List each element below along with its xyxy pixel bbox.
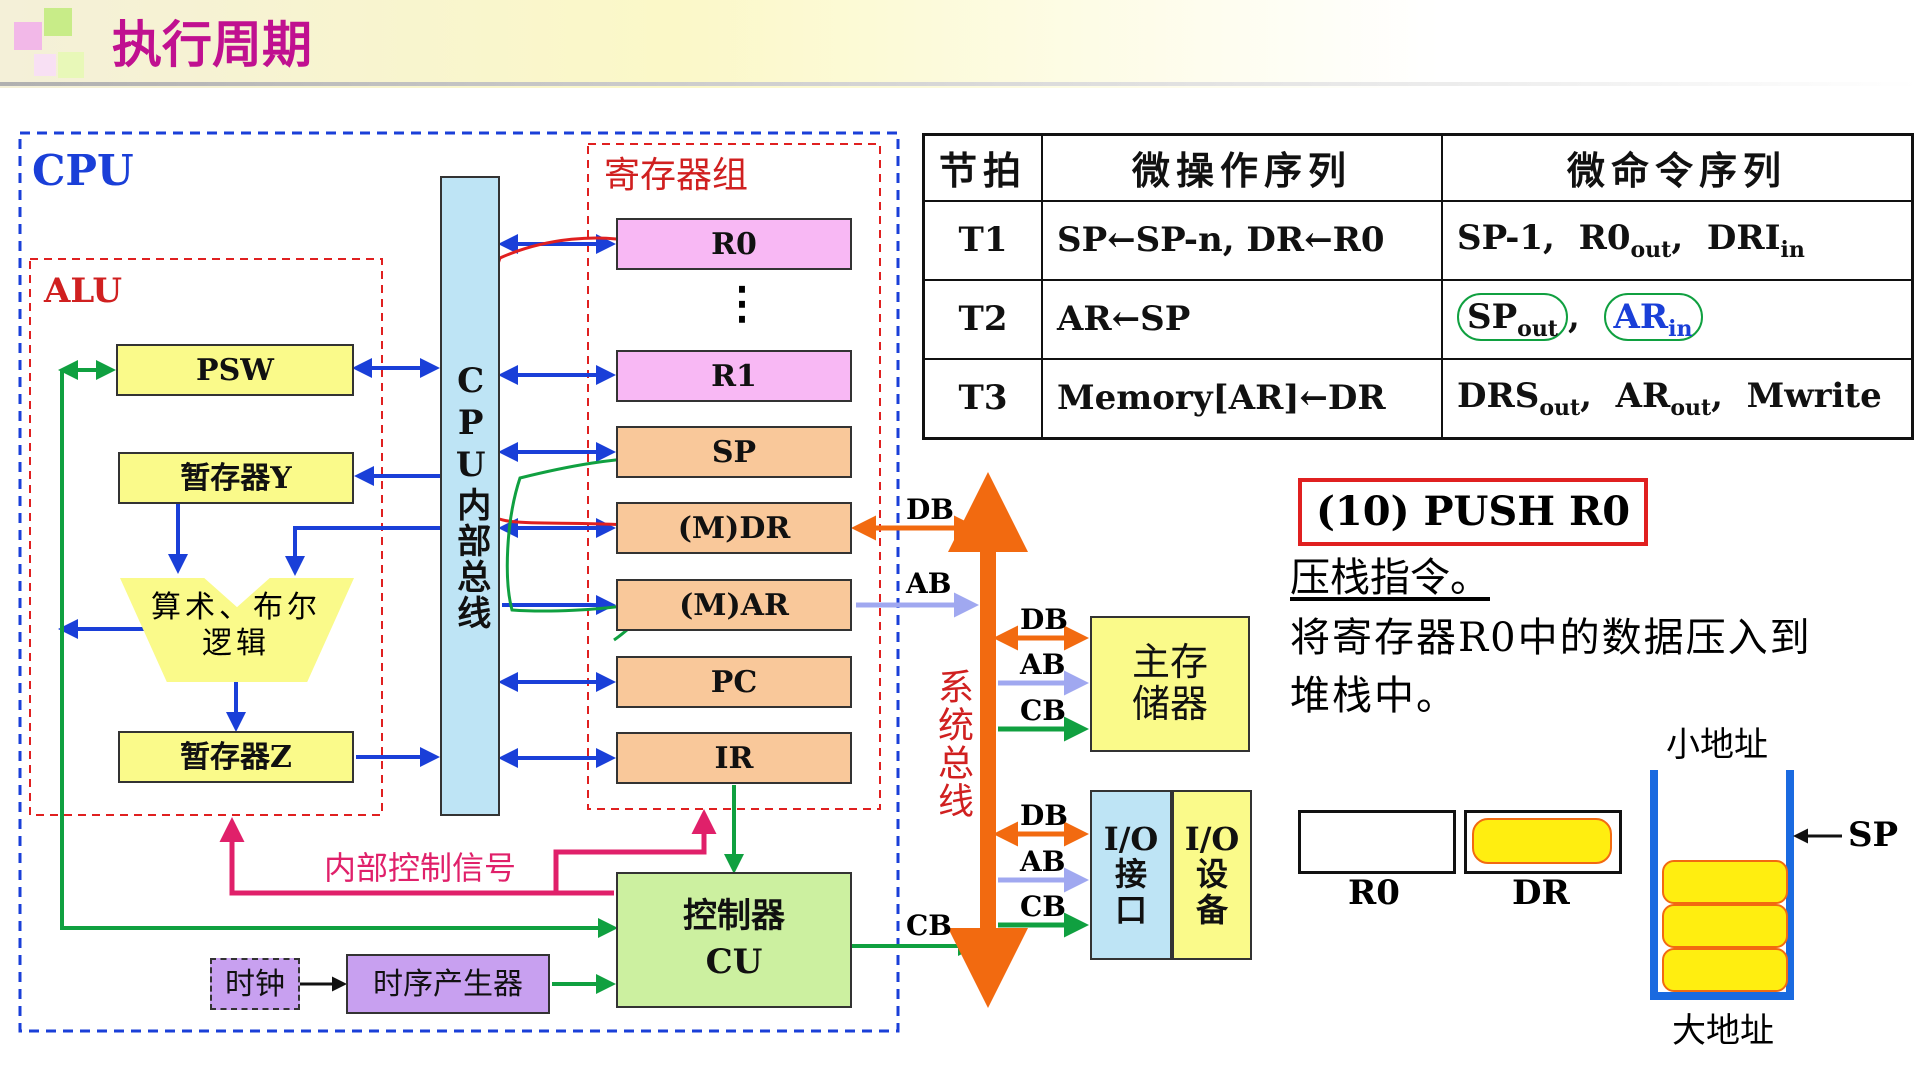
demo-dr-content <box>1472 818 1612 864</box>
table-header-row: 节拍 微操作序列 微命令序列 <box>922 133 1914 202</box>
row2-microops: AR←SP <box>1041 278 1444 360</box>
register-r1: R1 <box>616 350 852 402</box>
alu-logic-label: 算术、布尔逻辑 <box>151 590 321 661</box>
stack-item <box>1662 904 1788 948</box>
psw-register: PSW <box>116 344 354 396</box>
instruction-title: (10) PUSH R0 <box>1298 478 1649 546</box>
bus-to-logic <box>285 526 440 576</box>
register-r0: R0 <box>616 218 852 270</box>
row3-beat: T3 <box>922 357 1044 440</box>
db-label-io: DB <box>1020 799 1068 832</box>
timing-generator: 时序产生器 <box>346 954 550 1014</box>
stack-item <box>1662 948 1788 992</box>
instruction-line1: 压栈指令。 <box>1290 555 1490 601</box>
header-microcmds: 微命令序列 <box>1441 133 1914 202</box>
register-mdr: (M)DR <box>616 502 852 554</box>
header-beat: 节拍 <box>922 133 1044 202</box>
instruction-line2: 将寄存器R0中的数据压入到 <box>1290 615 1812 661</box>
temp-register-z: 暂存器Z <box>118 731 354 783</box>
slide: 执行周期 CPU ALU 寄存器组 CPU内部总线 PSW 暂存器Y 算术、布尔… <box>0 0 1920 1077</box>
row1-microcmds: SP-1, R0out, DRIin <box>1441 199 1914 281</box>
io-interface: I/O 接 口 <box>1090 790 1172 960</box>
register-pc: PC <box>616 656 852 708</box>
cb-label-io: CB <box>1020 890 1066 923</box>
row1-beat: T1 <box>922 199 1044 281</box>
row3-microops: Memory[AR]←DR <box>1041 357 1444 440</box>
table-row: T3 Memory[AR]←DR DRSout, ARout, Mwrite <box>922 357 1914 440</box>
temp-register-y: 暂存器Y <box>118 452 354 504</box>
control-unit: 控制器 CU <box>616 872 852 1008</box>
main-memory: 主存 储器 <box>1090 616 1250 752</box>
register-ellipsis: ⋮ <box>720 278 764 329</box>
internal-control-signal-label: 内部控制信号 <box>324 849 517 887</box>
sp-pointer-label: SP <box>1848 815 1899 855</box>
big-address-label: 大地址 <box>1672 1011 1774 1051</box>
regs-label: 寄存器组 <box>604 155 749 196</box>
cb-label-mem: CB <box>1020 694 1066 727</box>
row2-microcmds: SPout, ARin <box>1441 278 1914 360</box>
ab-label-cpu: AB <box>906 567 952 600</box>
register-sp: SP <box>616 426 852 478</box>
row1-microops: SP←SP-n, DR←R0 <box>1041 199 1444 281</box>
register-ir: IR <box>616 732 852 784</box>
small-address-label: 小地址 <box>1666 725 1768 765</box>
cpu-internal-bus: CPU内部总线 <box>440 176 500 816</box>
row3-microcmds: DRSout, ARout, Mwrite <box>1441 357 1914 440</box>
ab-label-io: AB <box>1020 845 1066 878</box>
system-bus-label: 系统总线 <box>932 668 973 820</box>
ab-label-mem: AB <box>1020 648 1066 681</box>
table-row: T2 AR←SP SPout, ARin <box>922 278 1914 360</box>
cpu-label: CPU <box>32 146 134 195</box>
micro-op-table: 节拍 微操作序列 微命令序列 T1 SP←SP-n, DR←R0 SP-1, R… <box>922 133 1914 440</box>
clock: 时钟 <box>210 958 300 1010</box>
demo-dr-label: DR <box>1512 873 1570 913</box>
demo-r0-label: R0 <box>1348 873 1400 913</box>
io-device: I/O 设 备 <box>1172 790 1252 960</box>
cb-label-cpu: CB <box>906 909 952 942</box>
table-row: T1 SP←SP-n, DR←R0 SP-1, R0out, DRIin <box>922 199 1914 281</box>
alu-label: ALU <box>44 271 123 311</box>
demo-r0-box <box>1298 810 1456 874</box>
header-microops: 微操作序列 <box>1041 133 1444 202</box>
db-label-mem: DB <box>1020 603 1068 636</box>
db-label-cpu: DB <box>906 493 954 526</box>
stack-item <box>1662 860 1788 904</box>
row2-beat: T2 <box>922 278 1044 360</box>
register-mar: (M)AR <box>616 579 852 631</box>
instruction-line3: 堆栈中。 <box>1290 673 1458 719</box>
